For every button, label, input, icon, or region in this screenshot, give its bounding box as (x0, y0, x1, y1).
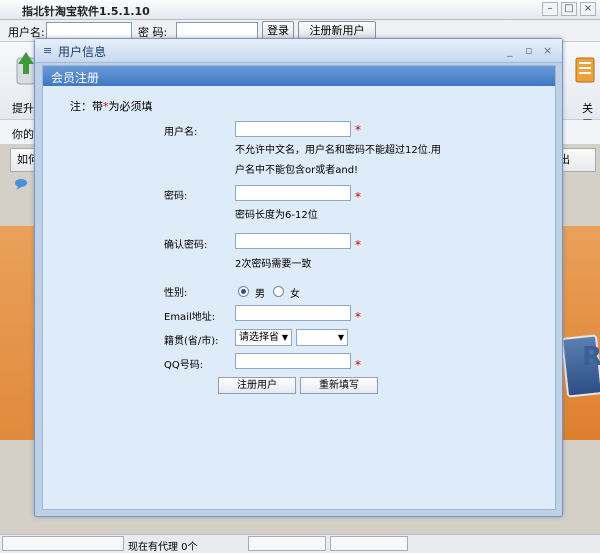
confirm-hint: 2次密码需要一致 (235, 259, 312, 270)
gender-female-radio[interactable] (273, 286, 284, 297)
main-window-title: 指北针淘宝软件1.5.1.10 (22, 5, 150, 18)
maximize-icon[interactable]: □ (561, 2, 577, 16)
status-cell-4 (330, 536, 408, 551)
reg-username-input[interactable] (235, 121, 351, 137)
confirm-password-label: 确认密码: (164, 240, 208, 251)
reg-password-input[interactable] (235, 185, 351, 201)
section-header: 会员注册 (43, 66, 555, 86)
close-icon[interactable]: × (580, 2, 596, 16)
main-window-controls: – □ × (542, 2, 596, 16)
required-mark: * (355, 358, 361, 372)
email-input[interactable] (235, 305, 351, 321)
required-mark: * (355, 310, 361, 324)
section-title: 会员注册 (51, 71, 100, 85)
chevron-down-icon: ▼ (337, 333, 344, 342)
gender-male-radio[interactable] (238, 286, 249, 297)
gender-label: 性别: (164, 288, 188, 299)
dialog-title: 用户信息 (58, 45, 107, 59)
dialog-restore-icon[interactable]: ▫ (525, 44, 532, 57)
agents-status-text: 现在有代理 0个 (128, 542, 198, 553)
minimize-icon[interactable]: – (542, 2, 558, 16)
chevron-down-icon: ▼ (281, 333, 288, 342)
register-user-button[interactable]: 注册用户 (218, 377, 296, 394)
chat-bubble-icon (15, 179, 27, 190)
reset-form-button[interactable]: 重新填写 (300, 377, 378, 394)
reg-username-label: 用户名: (164, 127, 198, 138)
dialog-menu-icon[interactable]: ≡ (43, 44, 52, 57)
username-input-main[interactable] (46, 22, 132, 39)
email-label: Email地址: (164, 312, 216, 323)
status-cell-3 (248, 536, 326, 551)
qq-input[interactable] (235, 353, 351, 369)
gender-male-label[interactable]: 男 (255, 285, 265, 300)
gender-female-label[interactable]: 女 (290, 285, 300, 300)
required-note: 注：带*为必须填 (70, 100, 153, 113)
password-input-main[interactable] (176, 22, 258, 39)
confirm-password-input[interactable] (235, 233, 351, 249)
main-window-titlebar: 指北针淘宝软件1.5.1.10 – □ × (0, 0, 600, 20)
status-cell-1 (2, 536, 124, 551)
banner-left (0, 226, 36, 440)
required-mark: * (355, 123, 361, 137)
region-label: 籍贯(省/市): (164, 336, 219, 347)
dialog-minimize-icon[interactable]: _ (507, 44, 513, 57)
password-hint: 密码长度为6-12位 (235, 210, 318, 221)
username-hint: 不允许中文名，用户名和密码不能超过12位.用 户名中不能包含or或者and! (235, 145, 441, 176)
dialog-titlebar[interactable]: ≡ 用户信息 _ ▫ × (35, 39, 562, 63)
province-select[interactable]: 请选择省 ▼ (235, 329, 292, 346)
city-select[interactable]: ▼ (296, 329, 348, 346)
banner-logo-graphic: R (582, 342, 600, 372)
banner-right: R (560, 226, 600, 440)
dialog-close-icon[interactable]: × (543, 44, 552, 57)
required-mark: * (355, 238, 361, 252)
qq-label: QQ号码: (164, 360, 204, 371)
about-book-icon[interactable] (574, 52, 596, 86)
required-mark: * (355, 190, 361, 204)
reg-password-label: 密码: (164, 191, 188, 202)
